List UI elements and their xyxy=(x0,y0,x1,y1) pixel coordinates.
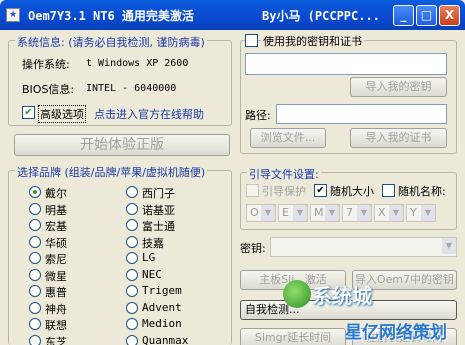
slmgr-extend-button[interactable]: Slmgr延长时间 xyxy=(240,328,346,345)
brand-radio[interactable] xyxy=(29,268,41,281)
brand-radio[interactable] xyxy=(126,318,138,330)
chevron-down-icon[interactable]: ▼ xyxy=(261,205,275,221)
sysinfo-legend: 系统信息: (请务必自我检测, 谨防病毒) xyxy=(15,34,207,50)
brand-radio[interactable] xyxy=(126,268,138,281)
name-char-combo[interactable]: O ▼ xyxy=(246,204,276,222)
brand-label[interactable]: Quanmax xyxy=(142,334,188,345)
key-combo[interactable]: ▼ xyxy=(270,237,457,257)
boot-protect-label: 引导保护 xyxy=(262,185,306,198)
brand-radio[interactable] xyxy=(29,219,41,231)
brand-label[interactable]: NEC xyxy=(142,268,162,281)
brand-legend: 选择品牌 (组装/品牌/苹果/虚拟机随便) xyxy=(15,164,208,180)
brand-label[interactable]: 宏基 xyxy=(45,218,67,234)
use-key-checkbox[interactable] xyxy=(245,34,258,47)
app-icon: ★ xyxy=(6,8,20,22)
brand-radio[interactable] xyxy=(126,285,138,297)
watermark-text: 系统城 xyxy=(312,284,372,308)
brand-label[interactable]: 明基 xyxy=(45,202,67,218)
import-key-button[interactable]: 导入我的密钥 xyxy=(350,77,447,97)
name-char-combo[interactable]: X ▼ xyxy=(374,204,404,222)
brand-label[interactable]: 西门子 xyxy=(142,185,175,201)
brand-radio[interactable] xyxy=(126,301,138,314)
close-button[interactable]: X xyxy=(439,5,460,26)
bios-label: BIOS信息: xyxy=(22,83,75,96)
name-char-value: E xyxy=(282,206,289,219)
name-char-value: O xyxy=(250,206,259,219)
key-combo-arrow-icon[interactable]: ▼ xyxy=(442,238,456,254)
brand-radio[interactable] xyxy=(29,318,41,330)
brand-radio[interactable] xyxy=(29,285,41,297)
brand-label[interactable]: 惠普 xyxy=(45,284,67,300)
brand-radio[interactable] xyxy=(126,252,138,264)
watermark-logo-icon xyxy=(283,280,311,308)
help-link[interactable]: 点击进入官方在线帮助 xyxy=(94,106,204,122)
maximize-button[interactable]: □ xyxy=(416,5,437,26)
os-label: 操作系统: xyxy=(22,58,70,71)
brand-label[interactable]: 东芝 xyxy=(45,334,67,345)
name-char-value: Y xyxy=(410,206,417,219)
start-activation-button[interactable]: 开始体验正版 xyxy=(14,134,230,156)
brand-label[interactable]: 戴尔 xyxy=(45,185,67,201)
advanced-label[interactable]: 高级选项 xyxy=(38,105,86,123)
brand-radio[interactable] xyxy=(29,301,41,314)
watermark-subtext: 星亿网络策划 xyxy=(345,323,447,343)
name-char-combo[interactable]: E ▼ xyxy=(278,204,308,222)
random-name-label: 随机名称: xyxy=(398,185,446,198)
random-size-checkbox[interactable]: ✔ xyxy=(314,184,327,197)
bios-value: INTEL - 6040000 xyxy=(86,83,177,94)
brand-radio[interactable] xyxy=(126,334,138,345)
key-input[interactable] xyxy=(245,53,447,75)
path-label: 路径: xyxy=(245,109,271,122)
brand-radio[interactable] xyxy=(29,235,41,248)
brand-label[interactable]: 诺基亚 xyxy=(142,202,175,218)
name-char-combo[interactable]: 7 ▼ xyxy=(342,204,372,222)
random-name-checkbox[interactable] xyxy=(382,184,395,197)
title-bar: ★ Oem7Y3.1 NT6 通用完美激活 By小马 (PCCPPC... _ … xyxy=(0,0,465,30)
chevron-down-icon[interactable]: ▼ xyxy=(325,205,339,221)
brand-radio[interactable] xyxy=(29,252,41,264)
brand-radio[interactable] xyxy=(126,219,138,231)
brand-radio[interactable] xyxy=(29,186,41,198)
name-char-value: M xyxy=(314,206,324,219)
name-char-value: 7 xyxy=(346,206,353,219)
name-char-combo[interactable]: M ▼ xyxy=(310,204,340,222)
browse-button[interactable]: 浏览文件... xyxy=(250,128,326,148)
brand-label[interactable]: 华硕 xyxy=(45,235,67,251)
use-key-label[interactable]: 使用我的密钥和证书 xyxy=(261,33,364,49)
brand-label[interactable]: LG xyxy=(142,251,155,264)
import-cert-button[interactable]: 导入我的证书 xyxy=(350,128,447,148)
brand-label[interactable]: 联想 xyxy=(45,317,67,333)
window-title: Oem7Y3.1 NT6 通用完美激活 xyxy=(28,9,194,23)
brand-label[interactable]: Trigem xyxy=(142,284,182,297)
brand-radio[interactable] xyxy=(29,334,41,345)
brand-radio[interactable] xyxy=(126,202,138,215)
chevron-down-icon[interactable]: ▼ xyxy=(389,205,403,221)
minimize-button[interactable]: _ xyxy=(393,5,414,26)
brand-label[interactable]: 富士通 xyxy=(142,218,175,234)
chevron-down-icon[interactable]: ▼ xyxy=(293,205,307,221)
brand-label[interactable]: 微星 xyxy=(45,268,67,284)
chevron-down-icon[interactable]: ▼ xyxy=(357,205,371,221)
brand-label[interactable]: 神舟 xyxy=(45,301,67,317)
brand-label[interactable]: Medion xyxy=(142,317,182,330)
advanced-checkbox[interactable]: ✔ xyxy=(22,106,35,119)
key-label: 密钥: xyxy=(240,242,266,255)
window-author: By小马 (PCCPPC... xyxy=(262,9,380,23)
brand-label[interactable]: 技嘉 xyxy=(142,235,164,251)
chevron-down-icon[interactable]: ▼ xyxy=(421,205,435,221)
name-char-value: X xyxy=(378,206,386,219)
boot-protect-checkbox[interactable] xyxy=(246,184,259,197)
brand-group: 选择品牌 (组装/品牌/苹果/虚拟机随便) xyxy=(8,164,232,345)
brand-label[interactable]: Advent xyxy=(142,301,182,314)
brand-radio[interactable] xyxy=(126,235,138,248)
boot-legend: 引导文件设置: xyxy=(247,166,321,182)
brand-radio[interactable] xyxy=(29,202,41,215)
random-size-label: 随机大小 xyxy=(330,185,374,198)
brand-label[interactable]: 索尼 xyxy=(45,251,67,267)
path-input[interactable] xyxy=(276,104,447,124)
name-char-combo[interactable]: Y ▼ xyxy=(406,204,436,222)
brand-radio[interactable] xyxy=(126,186,138,198)
os-value: t Windows XP 2600 xyxy=(86,58,189,69)
